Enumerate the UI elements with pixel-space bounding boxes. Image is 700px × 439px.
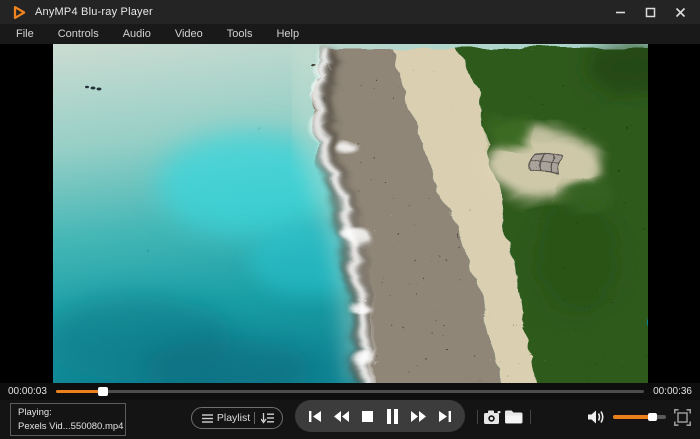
fullscreen-icon <box>674 409 691 426</box>
skip-previous-icon <box>309 411 321 422</box>
next-button[interactable] <box>439 411 451 422</box>
minimize-icon <box>615 7 626 18</box>
maximize-button[interactable] <box>642 4 658 20</box>
skip-next-icon <box>439 411 451 422</box>
now-playing-box: Playing: Pexels Vid...550080.mp4 <box>10 403 126 436</box>
open-file-button[interactable] <box>505 410 523 424</box>
camera-icon <box>484 410 501 424</box>
seek-bar[interactable] <box>56 390 644 393</box>
volume-fill <box>613 415 653 419</box>
window-title: AnyMP4 Blu-ray Player <box>35 6 153 18</box>
menu-item-audio[interactable]: Audio <box>111 24 163 44</box>
control-bar: Playing: Pexels Vid...550080.mp4 Playlis… <box>0 400 700 439</box>
fullscreen-button[interactable] <box>674 409 691 426</box>
stop-button[interactable] <box>362 411 373 422</box>
volume-button[interactable] <box>588 409 606 425</box>
divider <box>530 410 531 424</box>
window-controls <box>612 4 688 20</box>
shoreline-layer <box>307 44 648 383</box>
maximize-icon <box>645 7 656 18</box>
volume-handle[interactable] <box>648 413 657 421</box>
pause-icon <box>387 409 398 424</box>
volume-slider[interactable] <box>613 415 666 419</box>
menu-item-tools[interactable]: Tools <box>215 24 265 44</box>
playlist-pill-divider <box>254 412 255 424</box>
app-logo-play-icon <box>12 5 27 20</box>
snapshot-button[interactable] <box>484 410 501 424</box>
app-window: AnyMP4 Blu-ray Player File Controls Audi… <box>0 0 700 439</box>
playlist-button[interactable]: Playlist <box>191 407 283 429</box>
title-bar: AnyMP4 Blu-ray Player <box>0 0 700 24</box>
minimize-button[interactable] <box>612 4 628 20</box>
now-playing-label: Playing: <box>18 406 118 420</box>
menu-item-video[interactable]: Video <box>163 24 215 44</box>
menu-item-file[interactable]: File <box>4 24 46 44</box>
close-icon <box>675 7 686 18</box>
folder-icon <box>505 410 523 424</box>
pause-button[interactable] <box>387 409 398 424</box>
playlist-label: Playlist <box>213 412 254 424</box>
previous-button[interactable] <box>309 411 321 422</box>
fast-forward-icon <box>411 411 426 422</box>
menu-item-help[interactable]: Help <box>264 24 311 44</box>
seek-handle[interactable] <box>98 387 108 396</box>
menu-bar: File Controls Audio Video Tools Help <box>0 24 700 44</box>
play-order-icon[interactable] <box>261 413 274 424</box>
divider <box>477 410 478 424</box>
video-stage <box>0 44 700 383</box>
remaining-time: 00:00:36 <box>653 386 692 397</box>
stop-icon <box>362 411 373 422</box>
seek-bar-fill <box>56 390 103 393</box>
video-frame[interactable] <box>53 44 648 383</box>
transport-controls <box>295 400 465 432</box>
progress-row: 00:00:03 00:00:36 <box>0 383 700 400</box>
rewind-icon <box>334 411 349 422</box>
rewind-button[interactable] <box>334 411 349 422</box>
close-button[interactable] <box>672 4 688 20</box>
hamburger-icon <box>202 414 213 423</box>
now-playing-filename: Pexels Vid...550080.mp4 <box>18 420 118 434</box>
menu-item-controls[interactable]: Controls <box>46 24 111 44</box>
forward-button[interactable] <box>411 411 426 422</box>
elapsed-time: 00:00:03 <box>8 386 47 397</box>
speaker-icon <box>588 409 606 425</box>
